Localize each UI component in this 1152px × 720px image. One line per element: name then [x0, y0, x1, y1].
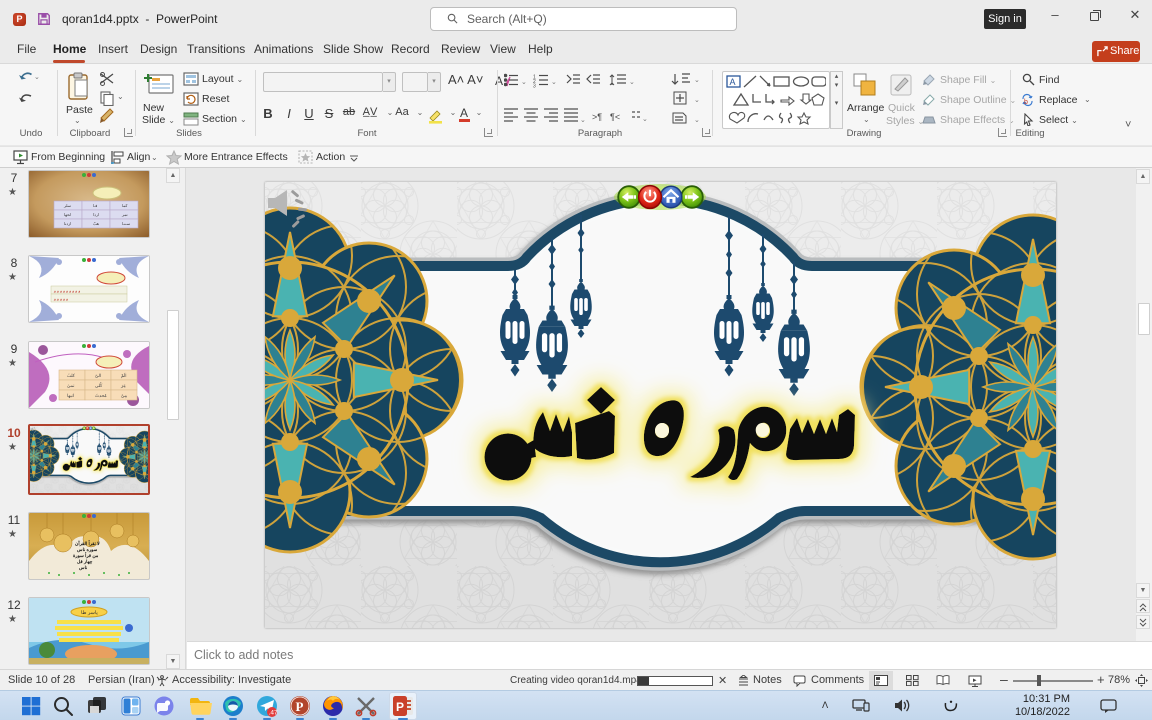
svg-text:⌄: ⌄: [694, 117, 700, 124]
svg-text:كُلى: كُلى: [95, 382, 102, 388]
svg-text:لحها: لحها: [64, 212, 71, 217]
svg-text:و و و و و و و و و: و و و و و و و و و: [53, 288, 80, 293]
svg-text:⌄: ⌄: [642, 116, 648, 123]
svg-text:P: P: [296, 699, 304, 714]
svg-text:مِىْ: مِىْ: [121, 393, 127, 398]
svg-text:عِرَ: عِرَ: [120, 383, 126, 388]
svg-text:لا تقرأ القرآن: لا تقرأ القرآن: [75, 539, 100, 547]
svg-text:P: P: [396, 700, 404, 714]
svg-text:و و و و و: و و و و و: [53, 296, 68, 301]
svg-text:هبّ: هبّ: [93, 221, 99, 226]
svg-text:>¶: >¶: [592, 112, 602, 122]
svg-text:نمئ: نمئ: [67, 383, 74, 388]
svg-text:كما: كما: [122, 203, 128, 208]
svg-text:⌄: ⌄: [629, 79, 635, 86]
svg-text:¶<: ¶<: [610, 112, 620, 122]
svg-text:.47: .47: [269, 709, 278, 716]
svg-text:تمر: تمر: [121, 212, 128, 217]
svg-text:من قرأ سورة: من قرأ سورة: [73, 551, 99, 559]
svg-text:3: 3: [533, 84, 536, 90]
svg-text:مُحدثَ: مُحدثَ: [95, 393, 107, 398]
svg-text:⌄: ⌄: [694, 97, 700, 104]
svg-text:⌄: ⌄: [580, 117, 586, 124]
svg-text:⌄: ⌄: [694, 77, 700, 84]
svg-text:⌄: ⌄: [34, 74, 40, 81]
svg-text:كلٮٔ: كلٮٔ: [67, 373, 75, 378]
svg-text:A: A: [730, 77, 736, 87]
svg-text:b: b: [1024, 99, 1028, 106]
svg-text:پاسر طا: پاسر طا: [81, 610, 98, 616]
svg-text:الَمْ: الَمْ: [121, 373, 126, 378]
svg-text:انبها: انبها: [67, 393, 74, 398]
svg-text:⌄: ⌄: [521, 79, 527, 86]
svg-text:ازدنا: ازدنا: [64, 221, 71, 226]
svg-text:فـا: فـا: [93, 203, 97, 208]
svg-text:سلر: سلر: [63, 203, 72, 208]
svg-text:⌄: ⌄: [551, 79, 557, 86]
svg-text:ارذا: ارذا: [93, 212, 99, 217]
svg-text:سـنـا: سـنـا: [122, 221, 131, 226]
svg-text:الىّ: الىّ: [95, 373, 101, 378]
